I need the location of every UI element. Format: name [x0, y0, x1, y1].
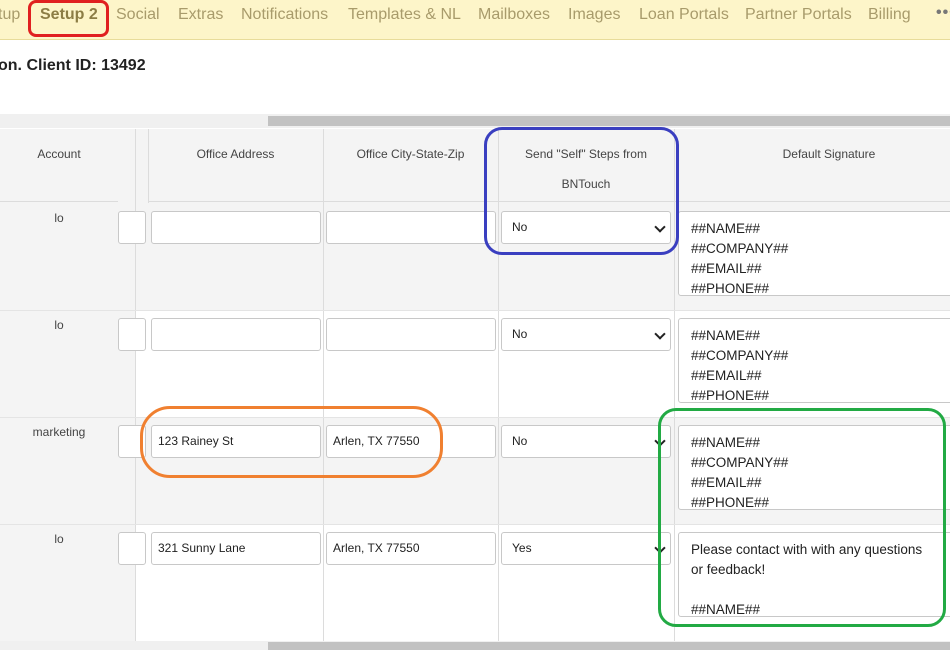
scrollbar-thumb[interactable]: [268, 642, 950, 650]
office-city-input[interactable]: [326, 318, 496, 351]
account-cell: marketing: [32, 425, 86, 439]
chevron-down-icon: [654, 328, 666, 340]
tab-extras[interactable]: Extras: [178, 6, 223, 24]
office-city-input[interactable]: Arlen, TX 77550: [326, 425, 496, 458]
office-address-input[interactable]: 321 Sunny Lane: [151, 532, 321, 565]
send-self-value: Yes: [512, 541, 532, 555]
top-nav: tup Setup 2 Social Extras Notifications …: [0, 0, 950, 40]
default-signature-textarea[interactable]: ##NAME## ##COMPANY## ##EMAIL## ##PHONE##: [678, 318, 950, 403]
header-office-address: Office Address: [148, 129, 323, 202]
tab-mailboxes[interactable]: Mailboxes: [478, 6, 550, 24]
tab-setup-2[interactable]: Setup 2: [40, 6, 98, 24]
default-signature-textarea[interactable]: Please contact with with any questions o…: [678, 532, 950, 617]
send-self-select[interactable]: Yes: [501, 532, 671, 565]
default-signature-textarea[interactable]: ##NAME## ##COMPANY## ##EMAIL## ##PHONE##: [678, 425, 950, 510]
header-account: Account: [0, 129, 118, 202]
office-city-input[interactable]: Arlen, TX 77550: [326, 532, 496, 565]
account-cell: lo: [54, 318, 64, 332]
chevron-down-icon: [654, 435, 666, 447]
send-self-select[interactable]: No: [501, 425, 671, 458]
office-city-input[interactable]: [326, 211, 496, 244]
row-divider: [0, 524, 950, 525]
default-signature-textarea[interactable]: ##NAME## ##COMPANY## ##EMAIL## ##PHONE##: [678, 211, 950, 296]
users-table: Account Office Address Office City-State…: [0, 129, 950, 641]
column-divider: [674, 129, 675, 641]
more-menu-icon[interactable]: •••: [936, 4, 950, 22]
account-cell: lo: [54, 211, 64, 225]
header-office-city: Office City-State-Zip: [323, 129, 498, 202]
horizontal-scrollbar-bottom[interactable]: [0, 641, 950, 650]
account-cell: lo: [54, 532, 64, 546]
header-send-self-line1: Send "Self" Steps from: [525, 147, 647, 161]
tab-templates-nl[interactable]: Templates & NL: [348, 6, 461, 24]
tab-social[interactable]: Social: [116, 6, 160, 24]
header-default-signature: Default Signature: [674, 129, 950, 202]
tab-setup[interactable]: tup: [0, 6, 20, 24]
chevron-down-icon: [654, 221, 666, 233]
chevron-down-icon: [654, 542, 666, 554]
office-address-input[interactable]: 123 Rainey St: [151, 425, 321, 458]
column-divider: [498, 129, 499, 641]
truncated-input[interactable]: [118, 425, 146, 458]
tab-images[interactable]: Images: [568, 6, 620, 24]
header-send-self-line2: BNTouch: [561, 177, 611, 191]
page-title: on. Client ID: 13492: [0, 57, 146, 74]
scrollbar-thumb[interactable]: [268, 116, 950, 126]
send-self-value: No: [512, 327, 528, 341]
row-divider: [0, 417, 950, 418]
send-self-select[interactable]: No: [501, 318, 671, 351]
column-divider: [323, 129, 324, 641]
account-column-bg: [0, 129, 135, 641]
horizontal-scrollbar-top[interactable]: [0, 114, 950, 128]
header-send-self: Send "Self" Steps from BNTouch: [498, 129, 674, 202]
tab-billing[interactable]: Billing: [868, 6, 911, 24]
tab-loan-portals[interactable]: Loan Portals: [639, 6, 729, 24]
send-self-select[interactable]: No: [501, 211, 671, 244]
truncated-input[interactable]: [118, 211, 146, 244]
row-divider: [0, 310, 950, 311]
tab-notifications[interactable]: Notifications: [241, 6, 328, 24]
tab-partner-portals[interactable]: Partner Portals: [745, 6, 852, 24]
send-self-value: No: [512, 434, 528, 448]
truncated-input[interactable]: [118, 318, 146, 351]
office-address-input[interactable]: [151, 211, 321, 244]
truncated-input[interactable]: [118, 532, 146, 565]
office-address-input[interactable]: [151, 318, 321, 351]
send-self-value: No: [512, 220, 528, 234]
